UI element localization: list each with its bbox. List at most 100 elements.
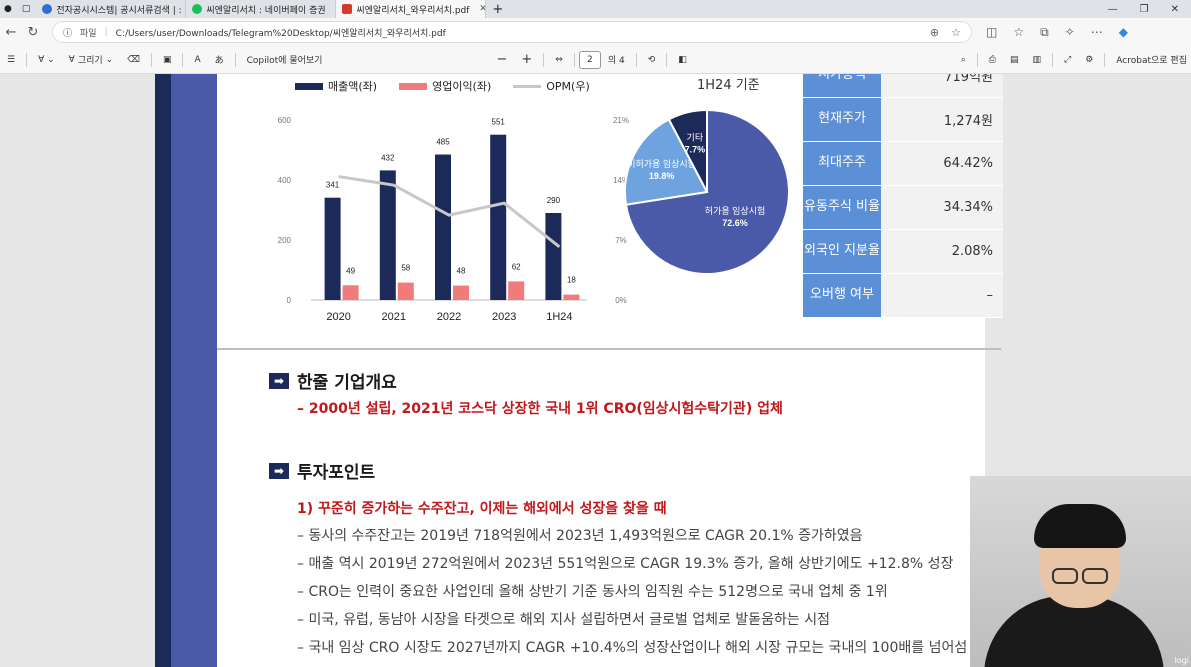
pie-chart-title: 1H24 기준 bbox=[697, 78, 760, 93]
divider bbox=[1104, 52, 1106, 67]
pdf-toolbar: ☰ ∀ ⌄ ∀ 그리기 ⌄ ⌫ ▣ A あ Copilot에 물어보기 − + … bbox=[0, 46, 1191, 74]
info-row: 유동주식 비율 34.34% bbox=[803, 186, 1003, 230]
business-mix-pie-chart: 허가용 임상시험 72.6% 비허가용 임상시험 19.8% 기타 7.7% bbox=[624, 108, 790, 275]
op-profit-bar bbox=[453, 285, 469, 300]
copilot-button[interactable]: Copilot에 물어보기 bbox=[240, 53, 330, 66]
op-profit-data-label: 18 bbox=[567, 276, 576, 285]
presenter-hair bbox=[1034, 504, 1126, 548]
revenue-data-label: 551 bbox=[492, 118, 506, 127]
new-tab-button[interactable]: + bbox=[486, 0, 509, 18]
more-icon[interactable]: ⋯ bbox=[1091, 25, 1103, 40]
page-stripe-blue bbox=[171, 74, 217, 667]
tab-pdf[interactable]: 씨엔알리서치_와우리서치.pdf ✕ bbox=[336, 0, 487, 18]
copilot-icon[interactable]: ◆ bbox=[1119, 25, 1128, 40]
read-aloud-icon[interactable]: A bbox=[187, 55, 207, 65]
legend-item-opm: OPM(우) bbox=[513, 78, 590, 94]
list-item: – 매출 역시 2019년 272억원에서 2023년 551억원으로 CAGR… bbox=[297, 556, 954, 572]
divider bbox=[26, 52, 28, 67]
zoom-out-button[interactable]: − bbox=[489, 52, 514, 67]
favorite-star-icon[interactable]: ☆ bbox=[951, 26, 961, 39]
divider bbox=[150, 52, 152, 67]
revenue-data-label: 341 bbox=[326, 181, 340, 190]
page-content: 매출액(좌) 영업이익(좌) OPM(우) 600 400 200 0 21% 14% 7%… bbox=[217, 74, 1003, 667]
divider bbox=[976, 52, 978, 67]
section-title: 투자포인트 bbox=[297, 463, 376, 483]
print-icon[interactable]: ⎙ bbox=[982, 55, 1003, 65]
contents-icon[interactable]: ☰ bbox=[0, 55, 22, 65]
webcam-badge: logi bbox=[1174, 656, 1189, 665]
divider bbox=[182, 52, 184, 67]
pie-slice-value: 72.6% bbox=[722, 218, 748, 228]
x-tick-label: 2023 bbox=[492, 311, 516, 323]
profile-button[interactable]: ● bbox=[0, 0, 16, 18]
company-overview-heading: ➡ 한줄 기업개요 bbox=[269, 368, 397, 393]
tab-label: 씨엔알리서치_와우리서치.pdf bbox=[356, 5, 470, 16]
tab-naver[interactable]: 씨엔알리서치 : 네이버페이 증권 ✕ bbox=[186, 0, 337, 18]
text-icon[interactable]: ▣ bbox=[156, 55, 179, 65]
profile-icon: ● bbox=[4, 4, 12, 14]
save-icon[interactable]: ▤ bbox=[1003, 55, 1026, 65]
refresh-icon[interactable]: ↻ bbox=[22, 25, 44, 40]
close-window-icon[interactable]: ✕ bbox=[1171, 4, 1179, 15]
fit-page-icon[interactable]: ⇔ bbox=[548, 55, 570, 65]
op-profit-data-label: 49 bbox=[346, 266, 355, 275]
collections-icon[interactable]: ⧉ bbox=[1040, 25, 1049, 40]
save-as-icon[interactable]: ▥ bbox=[1026, 55, 1049, 65]
stock-info-table: 시가총액 719억원 현재주가 1,274원 최대주주 64.42% 유동주식 비율 34.3… bbox=[803, 74, 1003, 318]
translate-icon[interactable]: あ bbox=[208, 53, 231, 66]
revenue-data-label: 432 bbox=[381, 153, 395, 162]
address-bar-row: ← ↻ ⓘ 파일 | C:/Users/user/Downloads/Teleg… bbox=[0, 18, 1191, 46]
investment-point-title: 1) 꾸준히 증가하는 수주잔고, 이제는 해외에서 성장을 찾을 때 bbox=[297, 501, 667, 517]
pie-slice-value: 7.7% bbox=[685, 145, 706, 155]
split-screen-icon[interactable]: ◫ bbox=[986, 25, 997, 40]
search-icon[interactable]: ⌕ bbox=[954, 55, 973, 65]
info-value: 64.42% bbox=[881, 142, 1003, 185]
draw-button[interactable]: ∀ 그리기 ⌄ bbox=[62, 53, 121, 67]
y-tick-label: 200 bbox=[278, 236, 292, 245]
divider bbox=[543, 52, 545, 67]
legend-swatch bbox=[295, 82, 323, 90]
rotate-icon[interactable]: ⟲ bbox=[641, 55, 663, 65]
info-key: 시가총액 bbox=[803, 74, 881, 97]
op-profit-bar bbox=[508, 281, 525, 300]
company-overview-text: – 2000년 설립, 2021년 코스닥 상장한 국내 1위 CRO(임상시험… bbox=[297, 401, 783, 417]
browser-toolbar-icons: ◫ ☆ ⧉ ✧ ⋯ ◆ bbox=[986, 25, 1128, 40]
x-tick-label: 2020 bbox=[326, 311, 350, 323]
y-tick-label: 0 bbox=[287, 296, 292, 305]
page-view-icon[interactable]: ◧ bbox=[671, 55, 694, 65]
glasses-icon bbox=[1052, 568, 1110, 586]
draw-label: 그리기 bbox=[77, 56, 103, 66]
dart-favicon-icon bbox=[42, 4, 53, 14]
info-row: 현재주가 1,274원 bbox=[803, 98, 1003, 142]
op-profit-data-label: 58 bbox=[401, 264, 410, 273]
revenue-bar bbox=[490, 134, 507, 300]
favorites-icon[interactable]: ☆ bbox=[1013, 25, 1024, 40]
minimize-icon[interactable]: — bbox=[1108, 4, 1118, 15]
zoom-in-button[interactable]: + bbox=[514, 52, 539, 67]
page-number-input[interactable]: 2 bbox=[578, 50, 601, 69]
close-icon[interactable]: ✕ bbox=[479, 4, 485, 14]
tab-dart[interactable]: 전자공시시스템| 공시서류검색 | : ✕ bbox=[36, 0, 187, 18]
x-tick-label: 1H24 bbox=[546, 311, 572, 323]
extensions-icon[interactable]: ✧ bbox=[1065, 25, 1075, 40]
url-field[interactable]: ⓘ 파일 | C:/Users/user/Downloads/Telegram%… bbox=[52, 21, 972, 43]
divider bbox=[666, 52, 668, 67]
restore-icon[interactable]: ❐ bbox=[1140, 4, 1149, 15]
list-item: – 미국, 유럽, 동남아 시장을 타겟으로 해외 지사 설립하면서 글로벌 업… bbox=[297, 612, 830, 628]
revenue-bar bbox=[435, 154, 451, 300]
page-total: 의 4 bbox=[607, 56, 625, 66]
fullscreen-icon[interactable]: ⤢ bbox=[1057, 55, 1078, 65]
settings-gear-icon[interactable]: ⚙ bbox=[1078, 55, 1100, 65]
arrow-right-icon: ➡ bbox=[269, 462, 289, 479]
divider bbox=[635, 52, 637, 67]
highlight-icon[interactable]: ∀ ⌄ bbox=[31, 55, 62, 65]
legend-label: 영업이익(좌) bbox=[432, 80, 492, 93]
url-scheme-label: 파일 bbox=[80, 28, 97, 39]
zoom-icon[interactable]: ⊕ bbox=[930, 26, 939, 39]
eraser-icon[interactable]: ⌫ bbox=[120, 55, 147, 65]
acrobat-edit-button[interactable]: Acrobat으로 편집 bbox=[1109, 53, 1191, 66]
tab-actions-button[interactable]: ▢ bbox=[16, 0, 37, 18]
tab-actions-icon: ▢ bbox=[21, 4, 31, 14]
back-icon[interactable]: ← bbox=[0, 25, 22, 40]
info-value: 1,274원 bbox=[881, 98, 1003, 141]
